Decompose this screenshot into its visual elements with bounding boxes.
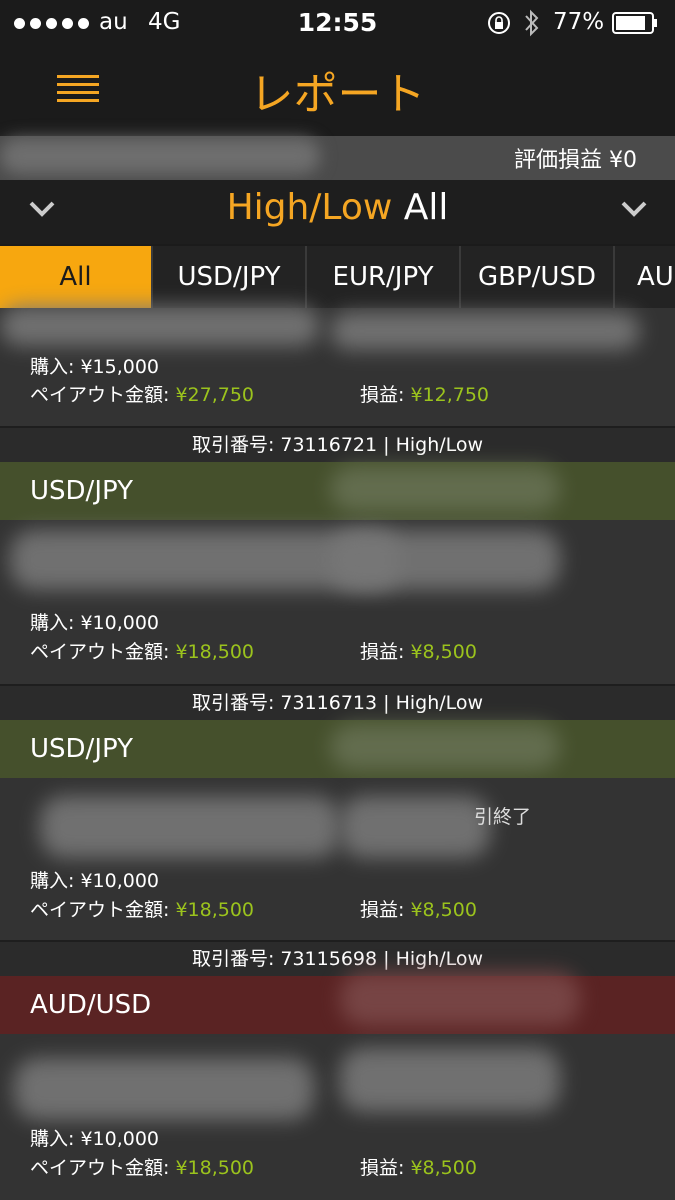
redacted-area	[14, 1058, 314, 1120]
bluetooth-icon	[525, 9, 539, 37]
summary-row: 評価損益 ¥0	[0, 136, 675, 180]
trade-list[interactable]: 購入: ¥15,000 ペイアウト金額: ¥27,750 損益: ¥12,750…	[0, 306, 675, 1200]
redacted-area	[40, 796, 340, 858]
pl-row: 損益: ¥12,750	[360, 380, 489, 407]
pl-label: 損益:	[360, 899, 405, 921]
trade-id-header: 取引番号: 73116721 | High/Low	[0, 428, 675, 462]
redacted-area	[330, 530, 560, 590]
pair-label: USD/JPY	[30, 476, 133, 506]
tab-gbp-usd[interactable]: GBP/USD	[461, 246, 615, 308]
purchase-amount: 購入: ¥15,000	[30, 356, 160, 378]
pl-value: ¥8,500	[410, 899, 477, 921]
filter-label: All	[403, 187, 449, 228]
tab-aud[interactable]: AU	[615, 246, 675, 308]
pl-label: 損益:	[360, 1157, 405, 1179]
pl-row: 損益: ¥8,500	[360, 1153, 477, 1180]
tab-all[interactable]: All	[0, 246, 153, 308]
trade-id-header: 取引番号: 73116713 | High/Low	[0, 686, 675, 720]
page-title: レポート	[249, 69, 426, 120]
redacted-area	[330, 312, 640, 350]
payout-value: ¥27,750	[175, 384, 255, 406]
option-type-label: High/Low	[226, 187, 393, 228]
redacted-area	[340, 796, 490, 858]
rotation-lock-icon	[488, 12, 510, 34]
pl-value: ¥8,500	[410, 641, 477, 663]
battery-percent: 77%	[553, 9, 605, 35]
redacted-area	[340, 1048, 560, 1112]
payout-row: ペイアウト金額: ¥18,500	[30, 1153, 254, 1180]
pl-label: 損益:	[360, 384, 405, 406]
redacted-area	[0, 306, 320, 346]
nav-bar: レポート	[0, 48, 675, 136]
pl-row: 損益: ¥8,500	[360, 895, 477, 922]
chevron-down-icon[interactable]	[620, 200, 648, 218]
payout-label: ペイアウト金額:	[30, 1157, 170, 1179]
trade-status: 引終了	[474, 806, 532, 828]
pair-label: USD/JPY	[30, 734, 133, 764]
redacted-area	[0, 138, 320, 174]
payout-label: ペイアウト金額:	[30, 641, 170, 663]
purchase-amount: 購入: ¥10,000	[30, 1128, 160, 1150]
payout-value: ¥18,500	[175, 899, 255, 921]
tab-usd-jpy[interactable]: USD/JPY	[153, 246, 307, 308]
pl-value: ¥8,500	[410, 1157, 477, 1179]
payout-row: ペイアウト金額: ¥18,500	[30, 637, 254, 664]
purchase-amount: 購入: ¥10,000	[30, 870, 160, 892]
payout-row: ペイアウト金額: ¥27,750	[30, 380, 254, 407]
pair-label: AUD/USD	[30, 990, 152, 1020]
purchase-amount: 購入: ¥10,000	[30, 612, 160, 634]
redacted-area	[330, 724, 560, 770]
payout-value: ¥18,500	[175, 641, 255, 663]
tab-eur-jpy[interactable]: EUR/JPY	[307, 246, 461, 308]
pl-row: 損益: ¥8,500	[360, 637, 477, 664]
pl-value: ¥12,750	[410, 384, 490, 406]
redacted-area	[340, 972, 580, 1026]
selector-title: High/Low All	[0, 187, 675, 228]
payout-row: ペイアウト金額: ¥18,500	[30, 895, 254, 922]
payout-value: ¥18,500	[175, 1157, 255, 1179]
status-bar: au 4G 12:55 77%	[0, 0, 675, 48]
option-type-selector[interactable]: High/Low All	[0, 180, 675, 244]
battery-icon	[612, 12, 657, 34]
currency-tabs: All USD/JPY EUR/JPY GBP/USD AU	[0, 244, 675, 308]
payout-label: ペイアウト金額:	[30, 384, 170, 406]
redacted-area	[330, 466, 560, 512]
valuation-pl: 評価損益 ¥0	[514, 148, 637, 173]
pl-label: 損益:	[360, 641, 405, 663]
trade-id-header: 取引番号: 73115698 | High/Low	[0, 942, 675, 976]
payout-label: ペイアウト金額:	[30, 899, 170, 921]
